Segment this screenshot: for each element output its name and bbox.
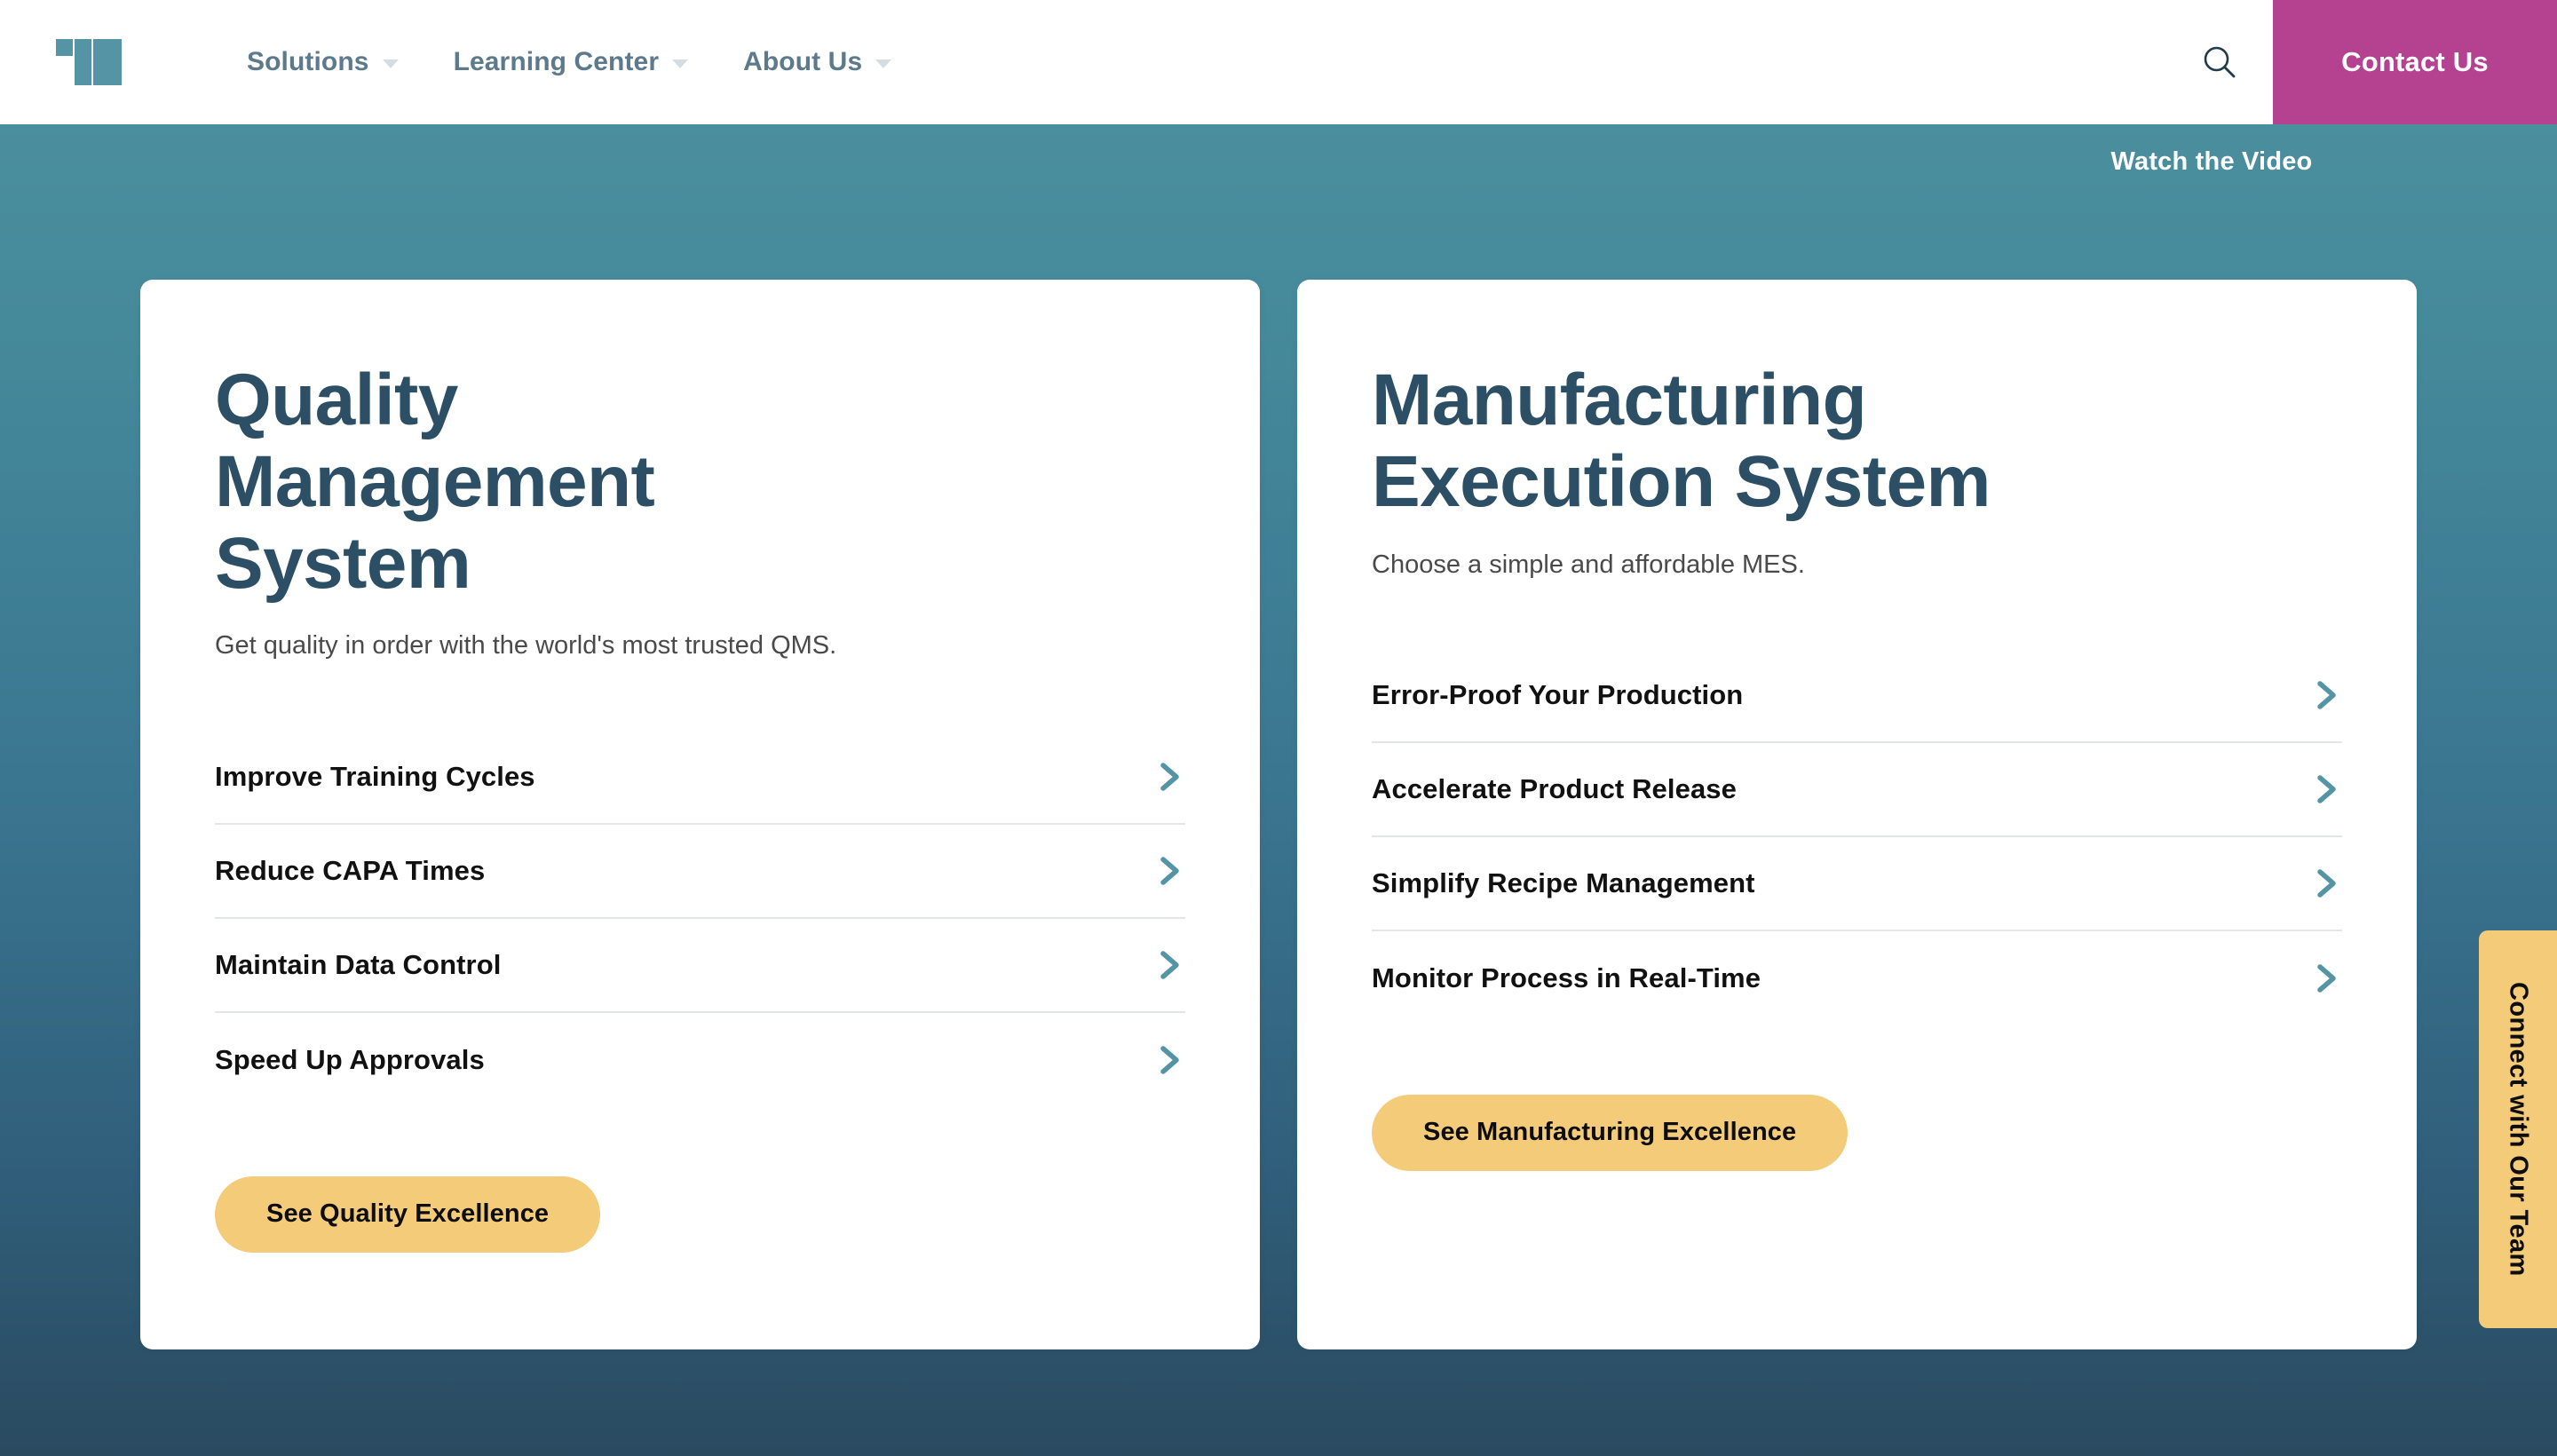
nav-label: Learning Center: [453, 47, 660, 76]
list-item[interactable]: Improve Training Cycles: [215, 731, 1185, 825]
chevron-right-icon: [2312, 680, 2342, 710]
cta-label: See Manufacturing Excellence: [1423, 1118, 1797, 1147]
see-manufacturing-excellence-button[interactable]: See Manufacturing Excellence: [1372, 1094, 1848, 1171]
link-label: Maintain Data Control: [215, 948, 502, 980]
card-title: Quality Management System: [215, 360, 655, 604]
list-item[interactable]: Speed Up Approvals: [215, 1013, 1185, 1107]
chevron-right-icon: [1155, 1045, 1185, 1075]
watch-the-video-link[interactable]: Watch the Video: [1994, 126, 2429, 197]
nav-item-learning-center[interactable]: Learning Center: [454, 0, 689, 124]
chevron-right-icon: [2312, 868, 2342, 898]
primary-navigation: Solutions Learning Center About Us: [247, 0, 946, 124]
chevron-down-icon: [382, 59, 399, 68]
nav-item-about-us[interactable]: About Us: [743, 0, 892, 124]
list-item[interactable]: Monitor Process in Real-Time: [1372, 931, 2342, 1025]
solution-cards-container: Quality Management System Get quality in…: [140, 280, 2417, 1349]
watch-the-video-label: Watch the Video: [2110, 146, 2313, 176]
card-quality-management-system: Quality Management System Get quality in…: [140, 280, 1260, 1349]
nav-label: Solutions: [247, 47, 369, 76]
card-title: Manufacturing Execution System: [1372, 360, 1991, 522]
link-label: Simplify Recipe Management: [1372, 866, 1755, 898]
chevron-right-icon: [2312, 963, 2342, 993]
see-quality-excellence-button[interactable]: See Quality Excellence: [215, 1175, 601, 1253]
contact-us-label: Contact Us: [2341, 46, 2489, 77]
search-button[interactable]: [2166, 0, 2273, 124]
page-root: Solutions Learning Center About Us Conta…: [0, 0, 2557, 1456]
list-item[interactable]: Reduce CAPA Times: [215, 825, 1185, 919]
chevron-right-icon: [1155, 762, 1185, 792]
card-subtitle: Choose a simple and affordable MES.: [1372, 550, 1805, 579]
connect-with-our-team-label: Connect with Our Team: [2504, 982, 2533, 1277]
link-label: Accelerate Product Release: [1372, 772, 1737, 804]
card-subtitle: Get quality in order with the world's mo…: [215, 631, 837, 661]
connect-with-our-team-tab[interactable]: Connect with Our Team: [2479, 930, 2557, 1328]
nav-item-solutions[interactable]: Solutions: [247, 0, 399, 124]
chevron-down-icon: [875, 59, 892, 68]
header-actions: Contact Us: [2166, 0, 2557, 124]
contact-us-button[interactable]: Contact Us: [2273, 0, 2557, 124]
list-item[interactable]: Error-Proof Your Production: [1372, 649, 2342, 743]
link-label: Monitor Process in Real-Time: [1372, 961, 1761, 993]
card-link-list: Improve Training Cycles Reduce CAPA Time…: [215, 731, 1185, 1107]
card-manufacturing-execution-system: Manufacturing Execution System Choose a …: [1297, 280, 2417, 1349]
site-header: Solutions Learning Center About Us Conta…: [0, 0, 2557, 124]
nav-label: About Us: [743, 47, 863, 76]
chevron-right-icon: [2312, 774, 2342, 804]
search-icon: [2204, 46, 2236, 78]
link-label: Improve Training Cycles: [215, 760, 535, 792]
link-label: Reduce CAPA Times: [215, 854, 486, 886]
link-label: Speed Up Approvals: [215, 1043, 485, 1075]
list-item[interactable]: Simplify Recipe Management: [1372, 837, 2342, 931]
site-logo[interactable]: [0, 0, 178, 124]
medtech-m-logo-icon: [56, 39, 122, 85]
list-item[interactable]: Maintain Data Control: [215, 919, 1185, 1013]
card-link-list: Error-Proof Your Production Accelerate P…: [1372, 649, 2342, 1025]
list-item[interactable]: Accelerate Product Release: [1372, 743, 2342, 837]
chevron-right-icon: [1155, 950, 1185, 980]
chevron-down-icon: [672, 59, 689, 68]
card-cta-wrap: See Quality Excellence: [215, 1175, 1185, 1253]
link-label: Error-Proof Your Production: [1372, 678, 1744, 710]
chevron-right-icon: [1155, 856, 1185, 886]
card-cta-wrap: See Manufacturing Excellence: [1372, 1094, 2342, 1171]
cta-label: See Quality Excellence: [266, 1199, 550, 1229]
